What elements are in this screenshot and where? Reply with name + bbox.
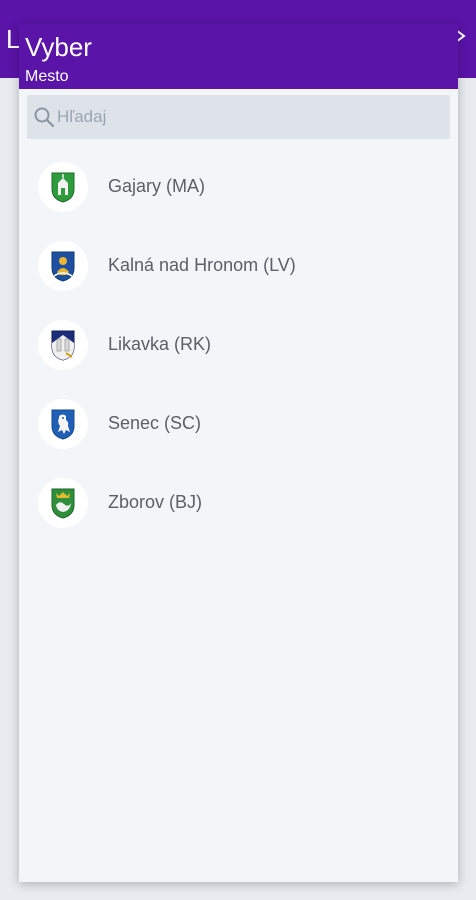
likavka-crest-icon (38, 320, 88, 370)
list-item-label: Senec (SC) (108, 413, 202, 433)
list-item-kalna-nad-hronom[interactable]: Kalná nad Hronom (LV) (19, 227, 458, 306)
gajary-crest-icon (38, 162, 88, 212)
city-picker-dialog: Vyber Mesto Gajary (MA) (19, 24, 458, 882)
search-icon (33, 106, 55, 128)
list-item-label: Likavka (RK) (108, 334, 212, 354)
dialog-subtitle: Mesto (25, 68, 69, 85)
list-item-gajary[interactable]: Gajary (MA) (19, 148, 458, 227)
list-item-likavka[interactable]: Likavka (RK) (19, 306, 458, 385)
senec-crest-icon (38, 399, 88, 449)
zborov-crest-icon (38, 478, 88, 528)
list-item-label: Zborov (BJ) (108, 492, 203, 512)
dialog-header: Vyber Mesto (19, 24, 458, 89)
search-box[interactable] (27, 95, 450, 139)
list-item-zborov[interactable]: Zborov (BJ) (19, 464, 458, 543)
kalna-crest-icon (38, 241, 88, 291)
list-item-label: Kalná nad Hronom (LV) (108, 255, 296, 275)
list-item-senec[interactable]: Senec (SC) (19, 385, 458, 464)
dialog-title: Vyber (25, 32, 92, 62)
search-input[interactable] (57, 95, 437, 139)
city-list: Gajary (MA) Kalná nad Hronom (LV) Likavk… (19, 148, 458, 543)
list-item-label: Gajary (MA) (108, 176, 206, 196)
